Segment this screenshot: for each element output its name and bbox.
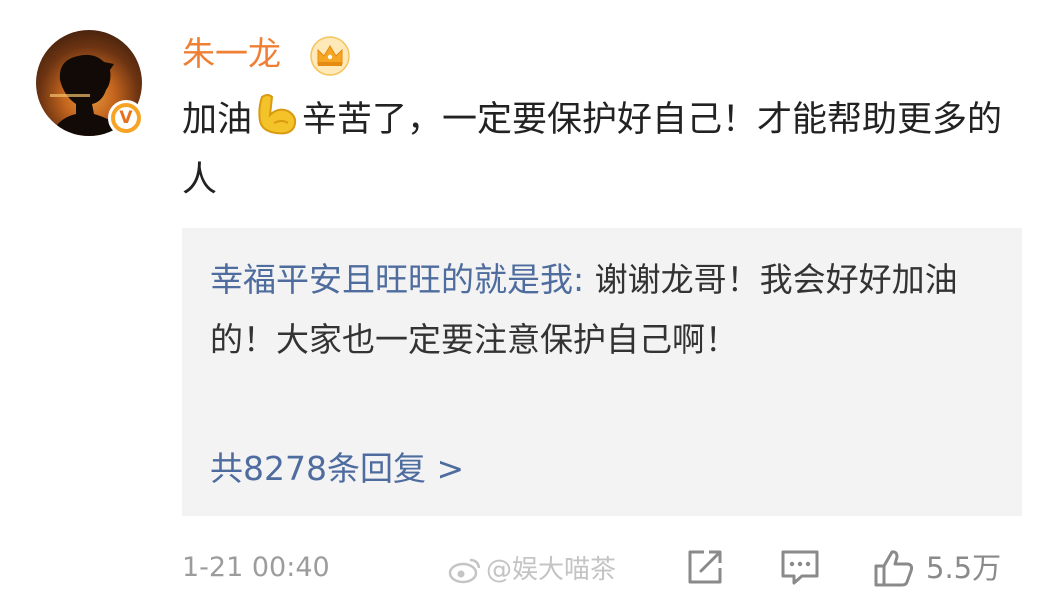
verified-badge-icon: V (108, 100, 144, 136)
comment-username[interactable]: 朱一龙 (182, 30, 281, 78)
comment-text: 加油 辛苦了，一定要保护好自己！才能帮助更多的人 (182, 90, 1032, 210)
like-count: 5.5万 (926, 551, 1002, 585)
comment-text-end: 辛苦了，一定要保护好自己！才能帮助更多的人 (182, 100, 1003, 200)
reply-content: 幸福平安且旺旺的就是我: 谢谢龙哥！我会好好加油的！大家也一定要注意保护自己啊！ (210, 250, 980, 370)
weibo-logo-icon (448, 558, 481, 584)
view-replies-link[interactable]: 共8278条回复 > (210, 442, 464, 496)
share-icon[interactable] (684, 546, 726, 588)
comment-timestamp: 1-21 00:40 (182, 552, 330, 583)
watermark-text: @娱大喵茶 (486, 555, 617, 585)
comment-text-start: 加油 (182, 100, 253, 140)
reply-preview[interactable]: 幸福平安且旺旺的就是我: 谢谢龙哥！我会好好加油的！大家也一定要注意保护自己啊！… (182, 228, 1022, 516)
watermark: @娱大喵茶 (448, 552, 616, 588)
crown-icon (310, 36, 350, 76)
reply-username[interactable]: 幸福平安且旺旺的就是我: (210, 260, 584, 299)
like-button[interactable]: 5.5万 (872, 546, 1001, 590)
comment-icon[interactable] (778, 546, 822, 588)
flexed-biceps-emoji-icon (258, 94, 297, 135)
thumbs-up-icon (874, 550, 914, 587)
